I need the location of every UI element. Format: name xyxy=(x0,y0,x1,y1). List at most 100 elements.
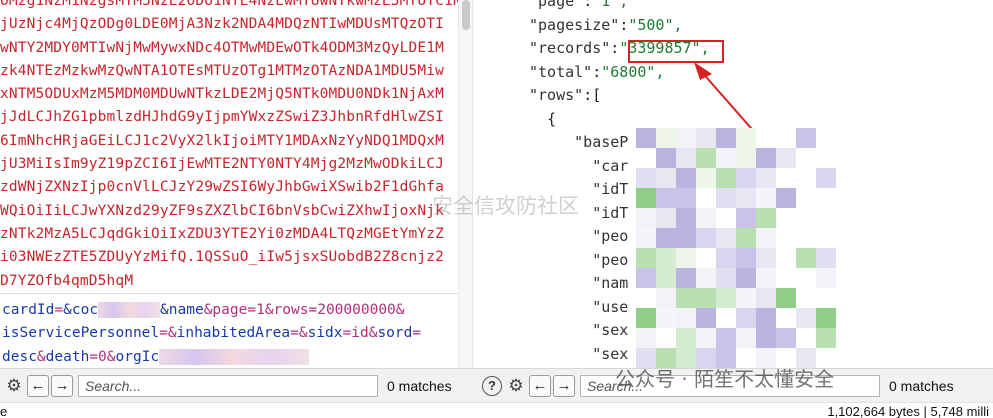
mosaic-cell xyxy=(796,228,816,248)
mosaic-cell xyxy=(676,328,696,348)
mosaic-cell xyxy=(636,268,656,288)
mosaic-cell xyxy=(736,308,756,328)
mosaic-cell xyxy=(756,308,776,328)
mosaic-cell xyxy=(676,268,696,288)
mosaic-cell xyxy=(736,128,756,148)
mosaic-cell xyxy=(636,328,656,348)
mosaic-cell xyxy=(816,288,836,308)
pixelated-data-area xyxy=(636,128,836,368)
mosaic-cell xyxy=(656,168,676,188)
mosaic-cell xyxy=(636,188,656,208)
mosaic-cell xyxy=(776,148,796,168)
mosaic-cell xyxy=(796,248,816,268)
mosaic-cell xyxy=(716,328,736,348)
mosaic-cell xyxy=(736,168,756,188)
mosaic-cell xyxy=(696,168,716,188)
gear-icon[interactable]: ⚙ xyxy=(505,375,527,397)
mosaic-cell xyxy=(676,228,696,248)
watermark-bottom: 公众号 · 陌笙不太懂安全 xyxy=(615,367,835,391)
mosaic-cell xyxy=(716,148,736,168)
mosaic-cell xyxy=(676,188,696,208)
mosaic-cell xyxy=(716,128,736,148)
mosaic-cell xyxy=(796,168,816,188)
mosaic-cell xyxy=(816,168,836,188)
mosaic-cell xyxy=(676,308,696,328)
mosaic-cell xyxy=(716,268,736,288)
mosaic-cell xyxy=(676,148,696,168)
mosaic-cell xyxy=(756,148,776,168)
mosaic-cell xyxy=(636,248,656,268)
mosaic-cell xyxy=(756,288,776,308)
mosaic-cell xyxy=(696,328,716,348)
mosaic-cell xyxy=(696,148,716,168)
mosaic-cell xyxy=(776,308,796,328)
mosaic-cell xyxy=(796,268,816,288)
mosaic-cell xyxy=(676,168,696,188)
help-icon[interactable]: ? xyxy=(482,375,502,396)
mosaic-cell xyxy=(636,228,656,248)
mosaic-cell xyxy=(776,208,796,228)
mosaic-cell xyxy=(696,248,716,268)
mosaic-cell xyxy=(756,328,776,348)
mosaic-cell xyxy=(776,168,796,188)
search-input[interactable]: Search... xyxy=(78,374,378,397)
mosaic-cell xyxy=(656,268,676,288)
mosaic-cell xyxy=(756,168,776,188)
mosaic-cell xyxy=(736,288,756,308)
mosaic-cell xyxy=(636,288,656,308)
mosaic-cell xyxy=(736,148,756,168)
mosaic-cell xyxy=(656,288,676,308)
mosaic-cell xyxy=(816,188,836,208)
mosaic-cell xyxy=(776,248,796,268)
arrow-right-icon[interactable]: → xyxy=(553,374,575,397)
mosaic-cell xyxy=(696,268,716,288)
mosaic-cell xyxy=(796,328,816,348)
mosaic-cell xyxy=(816,208,836,228)
mosaic-cell xyxy=(676,288,696,308)
mosaic-cell xyxy=(756,228,776,248)
match-count: 0 matches xyxy=(889,377,954,394)
mosaic-cell xyxy=(756,248,776,268)
mosaic-cell xyxy=(656,208,676,228)
mosaic-cell xyxy=(736,188,756,208)
status-bar: e 1,102,664 bytes | 5,748 milli xyxy=(0,402,993,418)
mosaic-cell xyxy=(736,328,756,348)
status-left: e xyxy=(0,404,8,418)
mosaic-cell xyxy=(796,308,816,328)
mosaic-cell xyxy=(736,208,756,228)
mosaic-cell xyxy=(756,268,776,288)
mosaic-cell xyxy=(716,168,736,188)
mosaic-cell xyxy=(736,248,756,268)
mosaic-cell xyxy=(716,188,736,208)
mosaic-cell xyxy=(816,328,836,348)
mosaic-cell xyxy=(796,148,816,168)
mosaic-cell xyxy=(776,268,796,288)
mosaic-cell xyxy=(656,148,676,168)
mosaic-cell xyxy=(796,208,816,228)
arrow-left-icon[interactable]: ← xyxy=(529,374,551,397)
mosaic-cell xyxy=(636,128,656,148)
mosaic-cell xyxy=(636,148,656,168)
mosaic-cell xyxy=(756,128,776,148)
mosaic-cell xyxy=(656,248,676,268)
status-size-time: 1,102,664 bytes | 5,748 milli xyxy=(827,404,989,418)
mosaic-cell xyxy=(656,308,676,328)
mosaic-cell xyxy=(696,128,716,148)
arrow-right-icon[interactable]: → xyxy=(51,374,73,397)
mosaic-cell xyxy=(776,188,796,208)
mosaic-cell xyxy=(796,128,816,148)
mosaic-cell xyxy=(636,308,656,328)
mosaic-cell xyxy=(676,128,696,148)
mosaic-cell xyxy=(676,208,696,228)
gear-icon[interactable]: ⚙ xyxy=(3,375,25,397)
mosaic-cell xyxy=(776,328,796,348)
mosaic-cell xyxy=(716,308,736,328)
mosaic-cell xyxy=(756,188,776,208)
arrow-left-icon[interactable]: ← xyxy=(27,374,49,397)
mosaic-cell xyxy=(676,248,696,268)
mosaic-cell xyxy=(716,228,736,248)
mosaic-cell xyxy=(696,208,716,228)
arrow-head xyxy=(694,62,712,80)
mosaic-cell xyxy=(816,228,836,248)
mosaic-cell xyxy=(716,288,736,308)
